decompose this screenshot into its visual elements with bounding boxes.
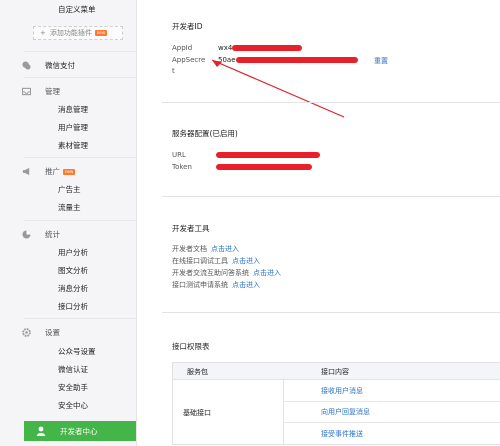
sidebar-item-security-assistant[interactable]: 安全助手 <box>58 382 88 393</box>
sidebar-item-traffic-owner[interactable]: 流量主 <box>58 202 81 213</box>
main-content: 开发者ID AppId wx4 AppSecre t 50ae 重置 服务器配置… <box>136 0 500 446</box>
enter-link[interactable]: 点击进入 <box>232 257 260 265</box>
redaction-mark <box>232 45 302 51</box>
permissions-title: 接口权限表 <box>172 342 210 351</box>
appid-label: AppId <box>172 44 193 52</box>
divider <box>24 318 136 319</box>
permissions-table: 服务包 接口内容 基础接口 接收用户消息 向用户回复消息 接受事件推送 <box>172 362 500 445</box>
sidebar-item-article-analysis[interactable]: 图文分析 <box>58 265 88 276</box>
token-label: Token <box>172 163 192 171</box>
sidebar-item-wechat-pay[interactable]: 微信支付 <box>22 60 75 71</box>
sidebar-group-label: 统计 <box>45 230 60 239</box>
sidebar-group-promote: 推广 new <box>22 166 76 177</box>
section-divider <box>162 312 500 313</box>
row-divider <box>283 422 500 423</box>
new-badge: new <box>63 168 76 175</box>
sidebar-item-wechat-verify[interactable]: 微信认证 <box>58 364 88 375</box>
dev-tool-row: 接口测试申请系统 点击进入 <box>172 280 260 290</box>
plus-icon: + <box>40 29 46 37</box>
divider <box>24 157 136 158</box>
sidebar-item-message-manage[interactable]: 消息管理 <box>58 104 88 115</box>
sidebar-item-user-analysis[interactable]: 用户分析 <box>58 247 88 258</box>
add-plugin-button[interactable]: + 添加功能插件 new <box>33 26 123 40</box>
sidebar-group-settings: 设置 <box>22 327 60 338</box>
add-plugin-label: 添加功能插件 <box>49 29 92 37</box>
sidebar-item-advertiser[interactable]: 广告主 <box>58 184 81 195</box>
group-label: 基础接口 <box>183 409 211 417</box>
divider <box>24 77 136 78</box>
column-header-content: 接口内容 <box>321 368 349 376</box>
section-divider <box>162 102 500 103</box>
sidebar-item-label: 微信支付 <box>45 61 75 70</box>
table-link-reply-message[interactable]: 向用户回复消息 <box>321 407 370 417</box>
divider <box>24 51 136 52</box>
column-header-service: 服务包 <box>187 368 208 376</box>
dev-tool-label: 接口测试申请系统 <box>172 281 228 289</box>
redaction-mark <box>216 164 312 170</box>
appid-value: wx4 <box>218 44 233 52</box>
sidebar-group-label: 推广 <box>45 167 60 176</box>
dev-tool-row: 开发者文档 点击进入 <box>172 244 239 254</box>
sidebar-item-api-analysis[interactable]: 接口分析 <box>58 301 88 312</box>
dev-tool-row: 在线接口调试工具 点击进入 <box>172 256 260 266</box>
redaction-mark <box>216 152 320 158</box>
sidebar-item-message-analysis[interactable]: 消息分析 <box>58 283 88 294</box>
dev-tool-label: 在线接口调试工具 <box>172 257 228 265</box>
sidebar-item-security-center[interactable]: 安全中心 <box>58 400 88 411</box>
dev-tool-label: 开发者交流互助问答系统 <box>172 269 249 277</box>
sidebar-item-developer-center[interactable]: 开发者中心 <box>24 421 136 441</box>
table-body: 基础接口 接收用户消息 向用户回复消息 接受事件推送 <box>173 380 500 444</box>
dev-tools-title: 开发者工具 <box>172 224 210 233</box>
sidebar-item-user-manage[interactable]: 用户管理 <box>58 122 88 133</box>
table-link-event-push[interactable]: 接受事件推送 <box>321 429 363 439</box>
sidebar-item-custom-menu[interactable]: 自定义菜单 <box>58 4 96 15</box>
sidebar-group-stats: 统计 <box>22 229 60 240</box>
table-link-receive-message[interactable]: 接收用户消息 <box>321 386 363 396</box>
divider <box>24 220 136 221</box>
row-divider <box>283 401 500 402</box>
server-config-title: 服务器配置(已启用) <box>172 129 238 138</box>
dev-tool-label: 开发者文档 <box>172 245 207 253</box>
appsecret-label: AppSecre <box>172 56 206 64</box>
sidebar-group-label: 设置 <box>45 328 60 337</box>
wechat-pay-icon <box>22 61 31 70</box>
new-badge: new <box>94 30 108 36</box>
sidebar-group-manage: 管理 <box>22 86 60 97</box>
appsecret-label-wrap: t <box>172 67 175 75</box>
sidebar-group-label: 管理 <box>45 87 60 96</box>
url-label: URL <box>172 151 186 159</box>
reset-link[interactable]: 重置 <box>374 56 388 66</box>
annotation-arrow <box>211 59 345 118</box>
enter-link[interactable]: 点击进入 <box>232 281 260 289</box>
developer-id-title: 开发者ID <box>172 22 203 31</box>
megaphone-icon <box>22 167 30 176</box>
enter-link[interactable]: 点击进入 <box>253 269 281 277</box>
inbox-icon <box>22 87 31 96</box>
sidebar-item-label: 开发者中心 <box>60 426 98 436</box>
gear-icon <box>22 328 31 337</box>
table-cell-group: 基础接口 <box>173 380 284 444</box>
sidebar-item-account-settings[interactable]: 公众号设置 <box>58 346 96 357</box>
section-divider <box>162 196 500 197</box>
user-icon <box>36 426 46 436</box>
pie-chart-icon <box>22 230 31 239</box>
sidebar-item-material-manage[interactable]: 素材管理 <box>58 140 88 151</box>
dev-tool-row: 开发者交流互助问答系统 点击进入 <box>172 268 281 278</box>
sidebar: 自定义菜单 + 添加功能插件 new 微信支付 管理 消息管理 用户管理 素材管… <box>0 0 137 446</box>
table-header: 服务包 接口内容 <box>173 363 500 380</box>
enter-link[interactable]: 点击进入 <box>211 245 239 253</box>
